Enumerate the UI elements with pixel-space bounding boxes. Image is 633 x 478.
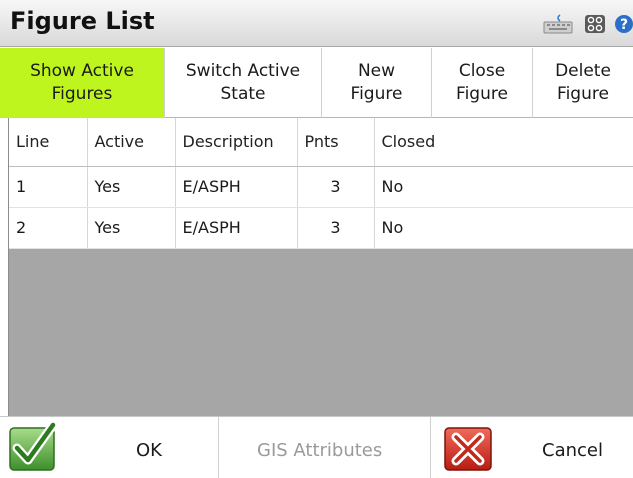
svg-text:?: ?: [620, 17, 628, 33]
column-header-line[interactable]: Line: [9, 118, 88, 167]
switch-active-state-button[interactable]: Switch Active State: [165, 48, 322, 118]
toolbar: Show Active Figures Switch Active State …: [0, 48, 633, 118]
cell-active: Yes: [87, 166, 176, 208]
cell-line: 2: [9, 207, 88, 249]
title-bar: Figure List ?: [0, 0, 633, 47]
column-header-pnts[interactable]: Pnts: [297, 118, 375, 167]
cell-line: 1: [9, 166, 88, 208]
cell-closed: No: [374, 207, 633, 249]
table-row[interactable]: 2 Yes E/ASPH 3 No: [9, 207, 633, 249]
column-header-active[interactable]: Active: [87, 118, 176, 167]
ok-button[interactable]: OK: [0, 417, 219, 478]
cell-description: E/ASPH: [175, 207, 298, 249]
cell-pnts: 3: [297, 207, 375, 249]
cell-closed: No: [374, 166, 633, 208]
cell-pnts: 3: [297, 166, 375, 208]
window-title: Figure List: [10, 7, 155, 35]
delete-figure-button[interactable]: Delete Figure: [533, 48, 633, 118]
button-bar: OK GIS Attributes Cancel: [0, 416, 633, 478]
grid-icon[interactable]: [585, 15, 605, 33]
ok-label: OK: [136, 440, 162, 461]
checkmark-icon: [9, 422, 58, 471]
cell-active: Yes: [87, 207, 176, 249]
cell-description: E/ASPH: [175, 166, 298, 208]
cancel-label: Cancel: [542, 440, 603, 461]
red-x-icon: [444, 427, 492, 471]
column-header-description[interactable]: Description: [175, 118, 298, 167]
table-row[interactable]: 1 Yes E/ASPH 3 No: [9, 166, 633, 208]
column-header-closed[interactable]: Closed: [374, 118, 633, 167]
help-icon[interactable]: ?: [614, 14, 633, 34]
new-figure-button[interactable]: New Figure: [322, 48, 432, 118]
table-header-row: Line Active Description Pnts Closed: [9, 118, 633, 167]
keyboard-icon[interactable]: [543, 14, 573, 34]
close-figure-button[interactable]: Close Figure: [432, 48, 533, 118]
gis-attributes-label: GIS Attributes: [257, 440, 383, 461]
figure-table-area: Line Active Description Pnts Closed 1 Ye…: [8, 118, 633, 416]
gis-attributes-button[interactable]: GIS Attributes: [219, 417, 431, 478]
cancel-button[interactable]: Cancel: [431, 417, 633, 478]
figure-table: Line Active Description Pnts Closed 1 Ye…: [9, 118, 633, 249]
show-active-figures-button[interactable]: Show Active Figures: [0, 48, 165, 118]
